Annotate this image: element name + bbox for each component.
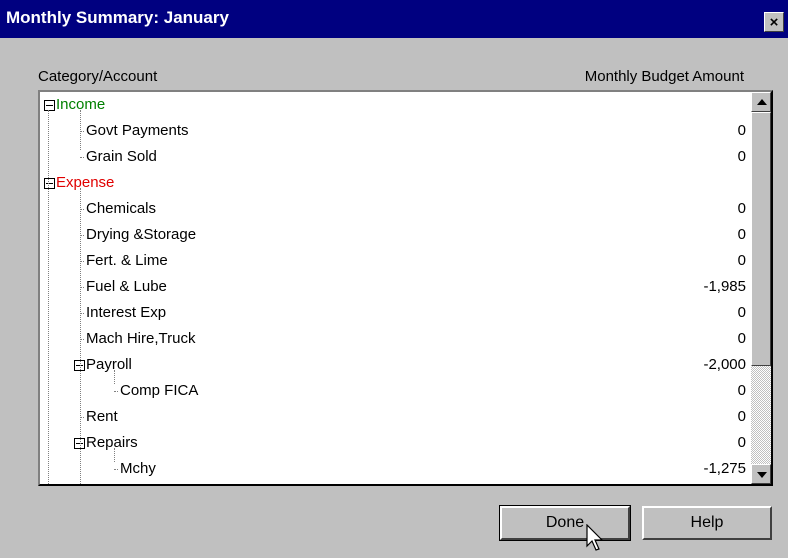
tree-row-label: Fuel & Lube [86, 278, 167, 295]
column-header-amount: Monthly Budget Amount [584, 68, 744, 85]
close-button[interactable]: × [764, 12, 784, 32]
tree-row-label: Mach Hire,Truck [86, 330, 196, 347]
tree-row-amount: 0 [737, 330, 746, 347]
tree-row-amount: 0 [737, 252, 746, 269]
collapse-toggle-icon[interactable] [44, 178, 55, 189]
tree-row[interactable]: Drying &Storage 0 [40, 222, 752, 248]
collapse-toggle-icon[interactable] [44, 100, 55, 111]
tree-row[interactable]: Expense [40, 170, 752, 196]
tree-row[interactable]: Fuel & Lube -1,985 [40, 274, 752, 300]
tree-row-label: Chemicals [86, 200, 157, 217]
tree-row-amount: 0 [737, 434, 746, 451]
tree-connector [48, 110, 49, 484]
tree-row-label: Mchy [120, 460, 156, 477]
tree-connector [114, 391, 118, 392]
scroll-up-button[interactable] [751, 92, 771, 112]
tree-row[interactable]: Govt Payments 0 [40, 118, 752, 144]
tree-connector [80, 157, 84, 158]
tree-row[interactable]: Fert. & Lime 0 [40, 248, 752, 274]
tree-connector [114, 448, 115, 462]
tree-row-label: Comp FICA [120, 382, 199, 399]
tree-row-amount: 0 [737, 382, 746, 399]
tree-row[interactable]: Interest Exp 0 [40, 300, 752, 326]
window-title: Monthly Summary: January [6, 8, 229, 27]
tree-connector [80, 110, 81, 150]
help-button[interactable]: Help [642, 506, 772, 540]
tree-row[interactable]: Payroll -2,000 [40, 352, 752, 378]
title-bar: Monthly Summary: January × [0, 0, 788, 38]
tree-row-label: Payroll [86, 356, 132, 373]
tree-row-label: Govt Payments [86, 122, 189, 139]
tree-row[interactable]: Repairs 0 [40, 430, 752, 456]
tree-row-label: Interest Exp [86, 304, 167, 321]
column-header-category: Category/Account [38, 68, 158, 85]
tree-row-amount: -2,000 [703, 356, 746, 373]
tree-row-amount: 0 [737, 148, 746, 165]
tree-row-amount: -1,275 [703, 460, 746, 477]
tree-connector [80, 188, 81, 484]
tree-connector [114, 370, 115, 384]
tree-row-label: Grain Sold [86, 148, 157, 165]
monthly-summary-dialog: Monthly Summary: January × Category/Acco… [0, 0, 788, 558]
tree-row[interactable]: Rent 0 [40, 404, 752, 430]
tree-row-amount: 0 [737, 122, 746, 139]
tree-row[interactable]: Income [40, 92, 752, 118]
tree-row-label: Fert. & Lime [86, 252, 168, 269]
vertical-scrollbar[interactable] [751, 92, 771, 484]
budget-tree-list[interactable]: Income Govt Payments 0 Grain Sold 0 Expense Ch… [38, 90, 773, 486]
tree-row-amount: -1,985 [703, 278, 746, 295]
tree-row-amount: 0 [737, 408, 746, 425]
tree-row[interactable]: Mchy -1,275 [40, 456, 752, 482]
tree-connector [114, 469, 118, 470]
scroll-down-button[interactable] [751, 464, 771, 484]
tree-row-label: Repairs [86, 434, 138, 451]
tree-row-amount: 0 [737, 304, 746, 321]
tree-row-label: Expense [56, 174, 115, 191]
tree-row-label: Drying &Storage [86, 226, 197, 243]
tree-row-amount: 0 [737, 200, 746, 217]
tree-row[interactable]: Grain Sold 0 [40, 144, 752, 170]
done-button[interactable]: Done [499, 505, 631, 541]
tree-row-amount: 0 [737, 226, 746, 243]
scroll-down-arrow-icon [757, 472, 767, 478]
mouse-pointer-icon [586, 524, 604, 551]
scroll-thumb[interactable] [751, 112, 771, 366]
tree-row[interactable]: Mach Hire,Truck 0 [40, 326, 752, 352]
tree-row[interactable]: Chemicals 0 [40, 196, 752, 222]
tree-row[interactable]: Comp FICA 0 [40, 378, 752, 404]
scroll-up-arrow-icon [757, 99, 767, 105]
tree-row-label: Rent [86, 408, 118, 425]
close-icon: × [769, 14, 779, 31]
